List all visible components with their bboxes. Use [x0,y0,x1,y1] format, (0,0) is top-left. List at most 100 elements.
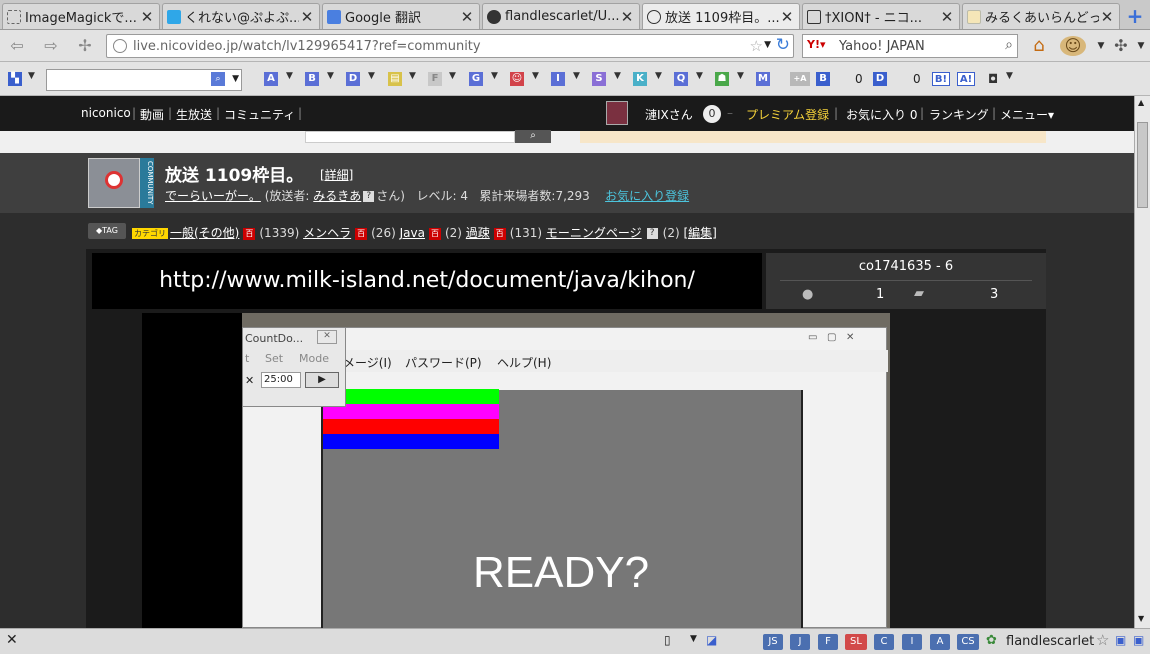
close-icon[interactable]: ✕ [619,8,635,26]
new-tab-button[interactable]: + [1122,5,1148,27]
chevron-down-icon[interactable]: ▼ [696,71,703,81]
nav-namahousou[interactable]: 生放送 [176,106,212,123]
statusbar-button-f[interactable]: F [818,634,838,650]
back-icon[interactable]: ⇦ [6,36,28,56]
broadcaster-link[interactable]: みるきあ [313,189,361,203]
forward-icon[interactable]: ⇨ [40,36,62,56]
toolbar-button-a[interactable]: A [264,72,278,86]
toolbar-button-i[interactable]: I [551,72,565,86]
camera-icon[interactable]: ◘ [986,72,1000,86]
smile-icon[interactable]: ☺ [510,72,524,86]
search-icon[interactable]: ⌕ [211,72,225,86]
chevron-down-icon[interactable]: ▼ [28,71,35,81]
bookmark-star-icon[interactable]: ☆ [750,37,763,55]
bookmark-folder-icon[interactable]: ▤ [388,72,402,86]
help-icon[interactable]: ? [646,228,658,239]
stop-icon[interactable]: ✢ [74,36,96,56]
search-bar[interactable]: Y!▾ Yahoo! JAPAN ⌕ [802,34,1018,58]
community-thumbnail[interactable] [88,158,140,208]
addon-icon[interactable]: ✣ [1110,36,1132,56]
scroll-thumb[interactable] [1137,122,1148,208]
statusbar-button-a[interactable]: A [930,634,950,650]
tag-link[interactable]: 一般(その他) [170,226,239,240]
github-user[interactable]: flandlescarlet [1006,634,1094,649]
tag-link[interactable]: 過疎 [466,226,490,240]
nav-community[interactable]: コミュニティ [224,106,295,123]
toolbar-search-input[interactable]: ⌕ ▼ [46,69,242,91]
chevron-down-icon[interactable]: ▼ [327,71,334,81]
alert-icon[interactable]: A! [957,72,975,86]
toolbar-button-q[interactable]: Q [674,72,688,86]
chevron-down-icon[interactable]: ▼ [1130,36,1150,56]
favorite-register-link[interactable]: お気に入り登録 [605,189,689,203]
tag-link[interactable]: Java [400,226,425,240]
chevron-down-icon[interactable]: ▼ [573,71,580,81]
close-icon[interactable]: ✕ [939,8,955,26]
close-icon[interactable]: ✕ [1099,8,1115,26]
greasemonkey-icon[interactable]: ☺ [1060,36,1086,56]
chevron-down-icon[interactable]: ▼ [737,71,744,81]
android-icon[interactable]: ☗ [715,72,729,86]
text-size-icon[interactable]: +A [790,72,810,86]
toolbar-button-f[interactable]: F [428,72,442,86]
page-icon[interactable]: ▯ [664,633,671,647]
reload-icon[interactable]: ↻ [776,35,790,55]
chevron-down-icon[interactable]: ▼ [368,71,375,81]
dictionary-icon[interactable]: 百 [355,227,368,240]
home-icon[interactable]: ⌂ [1028,36,1050,56]
tag-link[interactable]: モーニングページ [546,226,642,240]
chevron-down-icon[interactable]: ▼ [532,71,539,81]
ad-banner[interactable] [580,131,1046,143]
chevron-down-icon[interactable]: ▼ [1006,71,1013,81]
community-name-link[interactable]: でーらいーがー。 [165,189,261,203]
chevron-down-icon[interactable]: ▼ [764,40,771,50]
chevron-down-icon[interactable]: ▼ [655,71,662,81]
chevron-down-icon[interactable]: ▼ [449,71,456,81]
close-icon[interactable]: ✕ [299,8,315,26]
pixel-icon[interactable]: ▚ [8,72,22,86]
translate-icon[interactable]: ◪ [706,633,717,647]
menu-dropdown[interactable]: メニュー▾ [1000,106,1054,123]
delicious-icon[interactable]: D [873,72,887,86]
tag-edit-link[interactable]: [編集] [684,226,717,240]
hatena-bookmark-icon[interactable]: B [816,72,830,86]
tab-xion[interactable]: †XION† - ニコ... ✕ [802,3,960,29]
toolbar-button-k[interactable]: K [633,72,647,86]
statusbar-button-c[interactable]: C [874,634,894,650]
program-search-input[interactable] [305,131,515,143]
toolbar-button-m[interactable]: M [756,72,770,86]
addon-icon[interactable]: ▣ [1115,633,1126,647]
search-icon[interactable]: ⌕ [515,130,551,143]
toolbar-button-s[interactable]: S [592,72,606,86]
ranking-link[interactable]: ランキング [929,106,989,123]
statusbar-button-i[interactable]: I [902,634,922,650]
tab-imagemagick[interactable]: ImageMagickで... ✕ [2,3,160,29]
scroll-up-icon[interactable]: ▲ [1138,98,1144,107]
statusbar-button-cs[interactable]: CS [957,634,979,650]
chevron-down-icon[interactable]: ▼ [286,71,293,81]
search-icon[interactable]: ⌕ [1005,37,1013,53]
close-icon[interactable]: ✕ [779,8,795,26]
tab-google-translate[interactable]: Google 翻訳 ✕ [322,3,480,29]
dictionary-icon[interactable]: 百 [243,227,256,240]
dictionary-icon[interactable]: 百 [428,227,441,240]
premium-register-link[interactable]: プレミアム登録 [746,106,829,123]
puzzle-icon[interactable]: ✿ [986,633,997,648]
close-icon[interactable]: ✕ [459,8,475,26]
dictionary-icon[interactable]: 百 [493,227,506,240]
hatena-b-icon[interactable]: B! [932,72,950,86]
chevron-down-icon[interactable]: ▼ [409,71,416,81]
user-name[interactable]: 漣IXさん [645,106,693,123]
video-player[interactable]: ▭ ▢ ✕ メージ(I) パスワード(P) ヘルプ(H) READY? Coun… [142,313,890,628]
scroll-down-icon[interactable]: ▼ [1138,614,1144,623]
addon-icon[interactable]: ▣ [1133,633,1144,647]
nav-niconico[interactable]: niconico [81,106,131,120]
close-icon[interactable]: ✕ [6,632,18,648]
help-icon[interactable]: ? [363,191,375,202]
tab-milk-island[interactable]: みるくあいらんどっ! ✕ [962,3,1120,29]
star-icon[interactable]: ☆ [1096,631,1109,649]
statusbar-button-js[interactable]: JS [763,634,783,650]
url-bar[interactable]: live.nicovideo.jp/watch/lv129965417?ref=… [106,34,794,58]
chevron-down-icon[interactable]: ▼ [690,634,697,644]
tab-twitter[interactable]: くれない@ぷよぷ... ✕ [162,3,320,29]
